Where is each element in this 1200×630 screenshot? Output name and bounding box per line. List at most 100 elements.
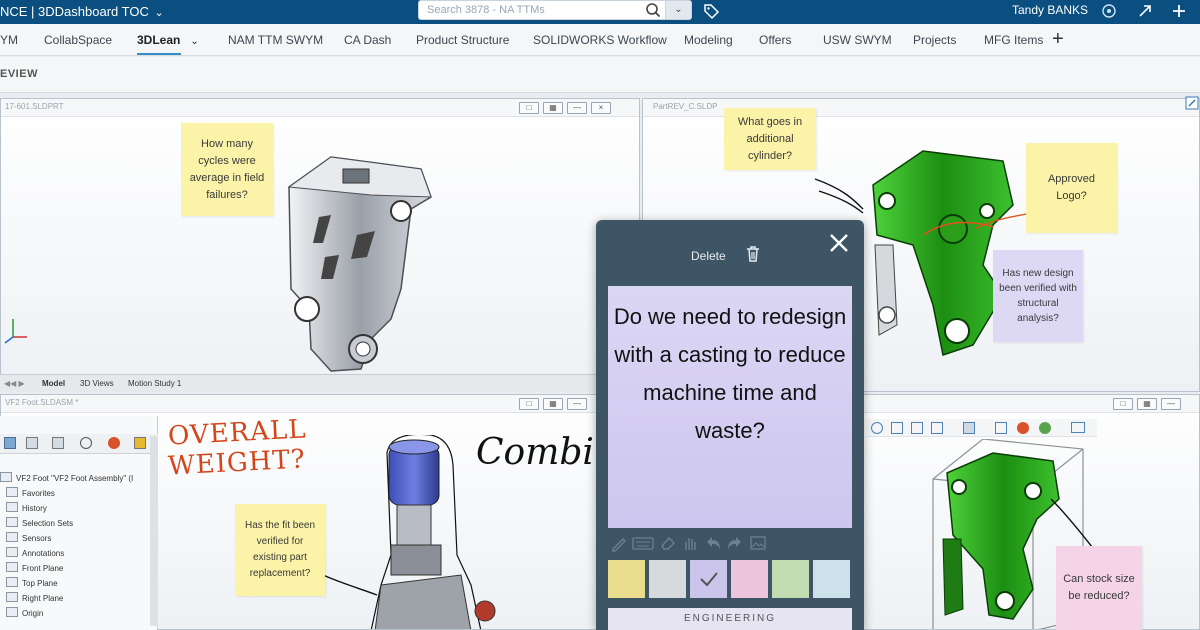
note-text-area[interactable]: Do we need to redesign with a casting to… xyxy=(608,286,852,528)
dashboard-title[interactable]: NCE | 3DDashboard TOC ⌄ xyxy=(0,4,164,19)
note-toolbar xyxy=(610,534,850,556)
color-swatch[interactable] xyxy=(731,560,768,598)
display-style-icon[interactable] xyxy=(963,422,975,434)
hide-show-icon[interactable] xyxy=(995,422,1007,434)
3d-views-tab[interactable]: 3D Views xyxy=(80,379,114,388)
color-swatch[interactable] xyxy=(772,560,809,598)
keyboard-icon[interactable] xyxy=(632,534,655,552)
sticky-note-structural[interactable]: Has new design been verified with struct… xyxy=(993,250,1083,342)
tab-modeling[interactable]: Modeling xyxy=(684,33,733,47)
palm-icon[interactable] xyxy=(681,534,699,552)
color-swatch[interactable] xyxy=(690,560,727,598)
compass-icon[interactable] xyxy=(1100,2,1118,20)
tree-scrollbar[interactable] xyxy=(150,436,158,626)
motion-study-tab[interactable]: Motion Study 1 xyxy=(128,379,181,388)
share-icon[interactable] xyxy=(1136,2,1154,20)
model-tab[interactable]: Model xyxy=(42,379,65,388)
scene-icon[interactable] xyxy=(1039,422,1051,434)
tree-item-history[interactable]: History xyxy=(6,502,47,513)
heads-up-toolbar xyxy=(867,419,1097,437)
section-view-icon[interactable] xyxy=(911,422,923,434)
add-icon[interactable] xyxy=(1170,2,1188,20)
close-icon[interactable] xyxy=(828,232,850,254)
tag-icon[interactable] xyxy=(702,2,720,20)
sticky-note-logo[interactable]: Approved Logo? xyxy=(1026,143,1117,233)
property-icon[interactable] xyxy=(26,437,38,449)
color-swatch[interactable] xyxy=(813,560,850,598)
view-settings-icon[interactable] xyxy=(1071,422,1085,433)
tile-button[interactable]: □ xyxy=(519,398,539,410)
tree-item-annotations[interactable]: Annotations xyxy=(6,547,64,558)
config-icon[interactable] xyxy=(52,437,64,449)
checkmark-icon xyxy=(700,572,718,587)
split-button[interactable]: ▦ xyxy=(543,102,563,114)
search-bar[interactable]: Search 3878 - NA TTMs ⌄ xyxy=(418,0,692,20)
tree-item-sensors[interactable]: Sensors xyxy=(6,532,51,543)
search-input[interactable]: Search 3878 - NA TTMs xyxy=(427,4,545,16)
sticky-note-cylinder[interactable]: What goes in additional cylinder? xyxy=(724,108,816,170)
pen-icon[interactable] xyxy=(610,534,628,552)
minimize-button[interactable]: — xyxy=(1161,398,1181,410)
add-tab-icon[interactable]: + xyxy=(1052,28,1064,51)
delete-button[interactable]: Delete xyxy=(691,249,726,263)
tree-item-top-plane[interactable]: Top Plane xyxy=(6,577,58,588)
tab-nam-ttm-swym[interactable]: NAM TTM SWYM xyxy=(228,33,323,47)
crosshair-icon[interactable] xyxy=(80,437,92,449)
tab-projects[interactable]: Projects xyxy=(913,33,956,47)
viewport-top-left[interactable]: 17-601.SLDPRT □ ▦ — × xyxy=(0,98,640,392)
search-icon[interactable] xyxy=(645,2,661,18)
color-swatch[interactable] xyxy=(649,560,686,598)
viewport-title: VF2 Foot.SLDASM * xyxy=(5,398,79,407)
tab-3dlean[interactable]: 3DLean ⌄ xyxy=(137,33,199,55)
feature-tree-icon[interactable] xyxy=(4,437,16,449)
tree-item-origin[interactable]: Origin xyxy=(6,607,43,618)
sticky-note-cycles[interactable]: How many cycles were average in field fa… xyxy=(181,123,273,216)
minimize-button[interactable]: — xyxy=(567,102,587,114)
image-icon[interactable] xyxy=(749,534,767,552)
bracket-part-model[interactable] xyxy=(271,139,441,379)
note-footer-label: ENGINEERING xyxy=(608,608,852,630)
view-orientation-icon[interactable] xyxy=(931,422,943,434)
color-swatch[interactable] xyxy=(608,560,645,598)
split-button[interactable]: ▦ xyxy=(1137,398,1157,410)
tree-item-selection-sets[interactable]: Selection Sets xyxy=(6,517,73,528)
edit-appearance-icon[interactable] xyxy=(1017,422,1029,434)
viewport-header: VF2 Foot.SLDASM * □ ▦ — xyxy=(1,395,639,413)
close-button[interactable]: × xyxy=(591,102,611,114)
trash-icon[interactable] xyxy=(744,245,762,263)
tab-scroll-arrows[interactable]: ◀◀ ▶ xyxy=(4,379,25,388)
dashboard-tabs: YM CollabSpace 3DLean ⌄ NAM TTM SWYM CA D… xyxy=(0,24,1200,56)
widget-header: EVIEW xyxy=(0,57,1200,93)
sticky-note-stock[interactable]: Can stock size be reduced? xyxy=(1056,546,1142,630)
tab-offers[interactable]: Offers xyxy=(759,33,791,47)
sticky-note-fit[interactable]: Has the fit been verified for existing p… xyxy=(235,504,325,596)
tree-item-front-plane[interactable]: Front Plane xyxy=(6,562,63,573)
tab-ca-dash[interactable]: CA Dash xyxy=(344,33,391,47)
chevron-down-icon[interactable]: ⌄ xyxy=(190,36,198,47)
minimize-button[interactable]: — xyxy=(567,398,587,410)
search-scope-dropdown[interactable]: ⌄ xyxy=(665,1,691,19)
split-button[interactable]: ▦ xyxy=(543,398,563,410)
tile-button[interactable]: □ xyxy=(1113,398,1133,410)
appearance-icon[interactable] xyxy=(108,437,120,449)
tree-item-right-plane[interactable]: Right Plane xyxy=(6,592,63,603)
tab-usw-swym[interactable]: USW SWYM xyxy=(823,33,892,47)
tab-product-structure[interactable]: Product Structure xyxy=(416,33,509,47)
tile-button[interactable]: □ xyxy=(519,102,539,114)
zoom-fit-icon[interactable] xyxy=(871,422,883,434)
display-icon[interactable] xyxy=(134,437,146,449)
edit-icon[interactable] xyxy=(1185,96,1199,110)
zoom-area-icon[interactable] xyxy=(891,422,903,434)
tree-item-favorites[interactable]: Favorites xyxy=(6,487,55,498)
tab-solidworks-workflow[interactable]: SOLIDWORKS Workflow xyxy=(533,33,667,47)
eraser-icon[interactable] xyxy=(659,534,677,552)
tree-root-item[interactable]: VF2 Foot "VF2 Foot Assembly" (I xyxy=(0,472,133,483)
redo-icon[interactable] xyxy=(726,534,744,552)
top-bar: NCE | 3DDashboard TOC ⌄ Search 3878 - NA… xyxy=(0,0,1200,24)
user-name[interactable]: Tandy BANKS xyxy=(1012,3,1088,17)
tab-mfg-items[interactable]: MFG Items xyxy=(984,33,1043,47)
tab-swym[interactable]: YM xyxy=(0,33,18,47)
chevron-down-icon[interactable]: ⌄ xyxy=(154,7,163,19)
undo-icon[interactable] xyxy=(704,534,722,552)
tab-collabspace[interactable]: CollabSpace xyxy=(44,33,112,47)
